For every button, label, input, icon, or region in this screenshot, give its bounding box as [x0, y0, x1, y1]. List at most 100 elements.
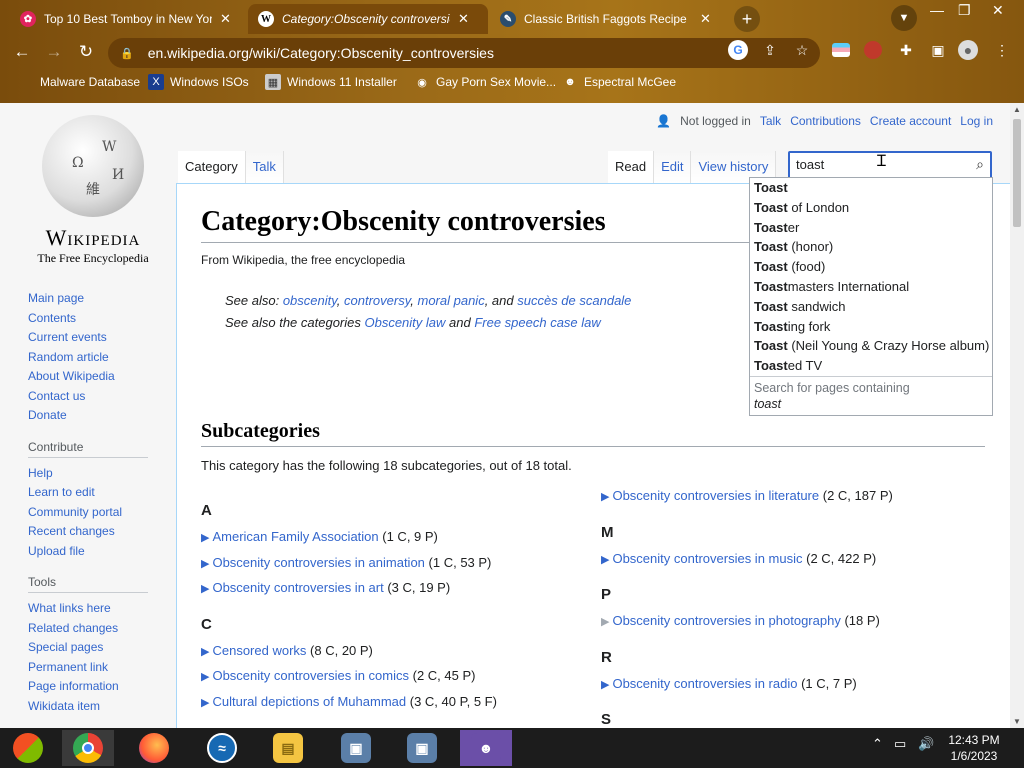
extensions-puzzle-icon[interactable]: ✚ — [896, 40, 916, 60]
expand-triangle-icon[interactable]: ▶ — [201, 583, 209, 595]
sidebar-item-learn-to-edit[interactable]: Learn to edit — [28, 483, 148, 503]
profile-extension-icon[interactable] — [864, 41, 882, 59]
suggestion-item[interactable]: Toast of London — [750, 198, 992, 218]
sidebar-item-current-events[interactable]: Current events — [28, 328, 148, 348]
sidebar-item-what-links-here[interactable]: What links here — [28, 599, 148, 619]
suggestion-item[interactable]: Toast (food) — [750, 257, 992, 277]
sidebar-item-help[interactable]: Help — [28, 464, 148, 484]
expand-triangle-icon[interactable]: ▶ — [201, 697, 209, 709]
tab-wikipedia[interactable]: W Category:Obscenity controversie ✕ — [248, 4, 488, 34]
tab-search-chevron-icon[interactable]: ▼ — [891, 5, 917, 31]
restore-icon[interactable]: ❐ — [958, 2, 971, 19]
link-succes-de-scandale[interactable]: succès de scandale — [517, 293, 631, 308]
expand-triangle-icon[interactable]: ▶ — [201, 671, 209, 683]
taskbar-installer-1[interactable]: ▣ — [330, 730, 382, 766]
menu-kebab-icon[interactable]: ⋮ — [992, 40, 1012, 60]
address-bar[interactable]: 🔒 en.wikipedia.org/wiki/Category:Obsceni… — [108, 38, 820, 68]
expand-triangle-icon[interactable]: ▶ — [201, 558, 209, 570]
link-moral-panic[interactable]: moral panic — [418, 293, 485, 308]
expand-triangle-icon[interactable]: ▶ — [601, 554, 609, 566]
expand-triangle-icon[interactable]: ▶ — [201, 646, 209, 658]
link-obscenity-law[interactable]: Obscenity law — [364, 315, 445, 330]
bookmark-windows-11-installer[interactable]: ▦ Windows 11 Installer — [265, 74, 397, 90]
taskbar-installer-2[interactable]: ▣ — [396, 730, 448, 766]
bookmark-windows-isos[interactable]: X Windows ISOs — [148, 74, 249, 90]
suggestion-item[interactable]: Toaster — [750, 218, 992, 238]
search-icon[interactable]: ⌕ — [976, 156, 984, 173]
sidebar-item-related-changes[interactable]: Related changes — [28, 619, 148, 639]
suggestion-item[interactable]: Toastmasters International — [750, 277, 992, 297]
sidebar-item-recent-changes[interactable]: Recent changes — [28, 522, 148, 542]
sidebar-item-contact[interactable]: Contact us — [28, 387, 148, 407]
close-tab-icon[interactable]: ✕ — [458, 11, 469, 27]
log-in-link[interactable]: Log in — [960, 114, 993, 128]
sidebar-item-donate[interactable]: Donate — [28, 406, 148, 426]
sidebar-item-permanent-link[interactable]: Permanent link — [28, 658, 148, 678]
close-tab-icon[interactable]: ✕ — [700, 11, 711, 27]
link-obscenity[interactable]: obscenity — [283, 293, 337, 308]
tab-read[interactable]: Read — [608, 151, 655, 183]
scrollbar-thumb[interactable] — [1013, 119, 1021, 227]
sidebar-item-main-page[interactable]: Main page — [28, 289, 148, 309]
link-free-speech-case-law[interactable]: Free speech case law — [474, 315, 600, 330]
sidebar-item-community-portal[interactable]: Community portal — [28, 503, 148, 523]
taskbar-firefox[interactable] — [128, 730, 180, 766]
sidebar-item-about[interactable]: About Wikipedia — [28, 367, 148, 387]
start-button[interactable] — [2, 730, 54, 766]
suggestion-item[interactable]: Toast (Neil Young & Crazy Horse album) — [750, 336, 992, 356]
sidebar-item-special-pages[interactable]: Special pages — [28, 638, 148, 658]
create-account-link[interactable]: Create account — [870, 114, 951, 128]
bookmark-malware-database[interactable]: Malware Database — [18, 74, 140, 90]
flag-extension-icon[interactable] — [832, 43, 850, 57]
scroll-down-icon[interactable]: ▼ — [1013, 717, 1021, 726]
expand-triangle-icon[interactable]: ▶ — [601, 679, 609, 691]
back-icon[interactable]: ← — [11, 42, 33, 62]
link-controversy[interactable]: controversy — [344, 293, 410, 308]
sidebar-item-upload-file[interactable]: Upload file — [28, 542, 148, 562]
tab-category[interactable]: Category — [178, 151, 246, 183]
sidebar-item-random-article[interactable]: Random article — [28, 348, 148, 368]
tab-talk[interactable]: Talk — [245, 151, 284, 183]
google-lens-icon[interactable]: G — [728, 40, 748, 60]
suggestion-item[interactable]: Toast sandwich — [750, 297, 992, 317]
bookmark-espectral-mcgee[interactable]: ☻ Espectral McGee — [562, 74, 676, 90]
expand-triangle-icon[interactable]: ▶ — [201, 532, 209, 544]
bookmark-star-icon[interactable]: ☆ — [792, 40, 812, 60]
tray-chevron-icon[interactable]: ⌃ — [872, 736, 883, 752]
minimize-icon[interactable]: — — [930, 2, 944, 18]
taskbar-users-app[interactable]: ☻ — [460, 730, 512, 766]
taskbar-app-blue[interactable]: ≈ — [196, 730, 248, 766]
search-containing-option[interactable]: Search for pages containing toast — [750, 375, 992, 415]
expand-triangle-icon[interactable]: ▶ — [601, 491, 609, 503]
share-icon[interactable]: ⇪ — [760, 40, 780, 60]
system-clock[interactable]: 12:43 PM 1/6/2023 — [940, 732, 1008, 764]
bookmark-movie-site[interactable]: ◉ Gay Porn Sex Movie... — [414, 74, 556, 90]
close-tab-icon[interactable]: ✕ — [220, 11, 231, 27]
suggestion-item[interactable]: Toast — [750, 178, 992, 198]
suggestion-item[interactable]: Toast (honor) — [750, 237, 992, 257]
reload-icon[interactable]: ↻ — [75, 42, 97, 62]
scroll-up-icon[interactable]: ▲ — [1013, 105, 1021, 114]
taskbar-chrome[interactable] — [62, 730, 114, 766]
suggestion-item[interactable]: Toasting fork — [750, 317, 992, 337]
sidebar-item-page-information[interactable]: Page information — [28, 677, 148, 697]
tab-edit[interactable]: Edit — [654, 151, 692, 183]
taskbar-file-explorer[interactable]: ▤ — [262, 730, 314, 766]
forward-icon[interactable]: → — [43, 42, 65, 62]
page-scrollbar[interactable]: ▲ ▼ — [1010, 103, 1024, 728]
volume-icon[interactable]: 🔊 — [918, 736, 934, 752]
search-input[interactable]: toast ⌕ — [788, 151, 992, 179]
tab-tomboy[interactable]: ✿ Top 10 Best Tomboy in New York ✕ — [10, 4, 248, 34]
new-tab-button[interactable]: + — [734, 6, 760, 32]
suggestion-item[interactable]: Toasted TV — [750, 356, 992, 376]
sidebar-item-contents[interactable]: Contents — [28, 309, 148, 329]
profile-avatar-icon[interactable]: ● — [958, 40, 978, 60]
tab-recipe[interactable]: ✎ Classic British Faggots Recipe ✕ — [490, 4, 728, 34]
close-window-icon[interactable]: ✕ — [992, 2, 1004, 19]
sidebar-item-wikidata-item[interactable]: Wikidata item — [28, 697, 148, 717]
contributions-link[interactable]: Contributions — [790, 114, 861, 128]
side-panel-icon[interactable]: ▣ — [928, 40, 948, 60]
wikipedia-logo[interactable]: Ω W 維 И Wikipedia The Free Encyclopedia — [28, 115, 158, 265]
network-icon[interactable]: ▭ — [894, 736, 906, 752]
talk-link[interactable]: Talk — [760, 114, 781, 128]
